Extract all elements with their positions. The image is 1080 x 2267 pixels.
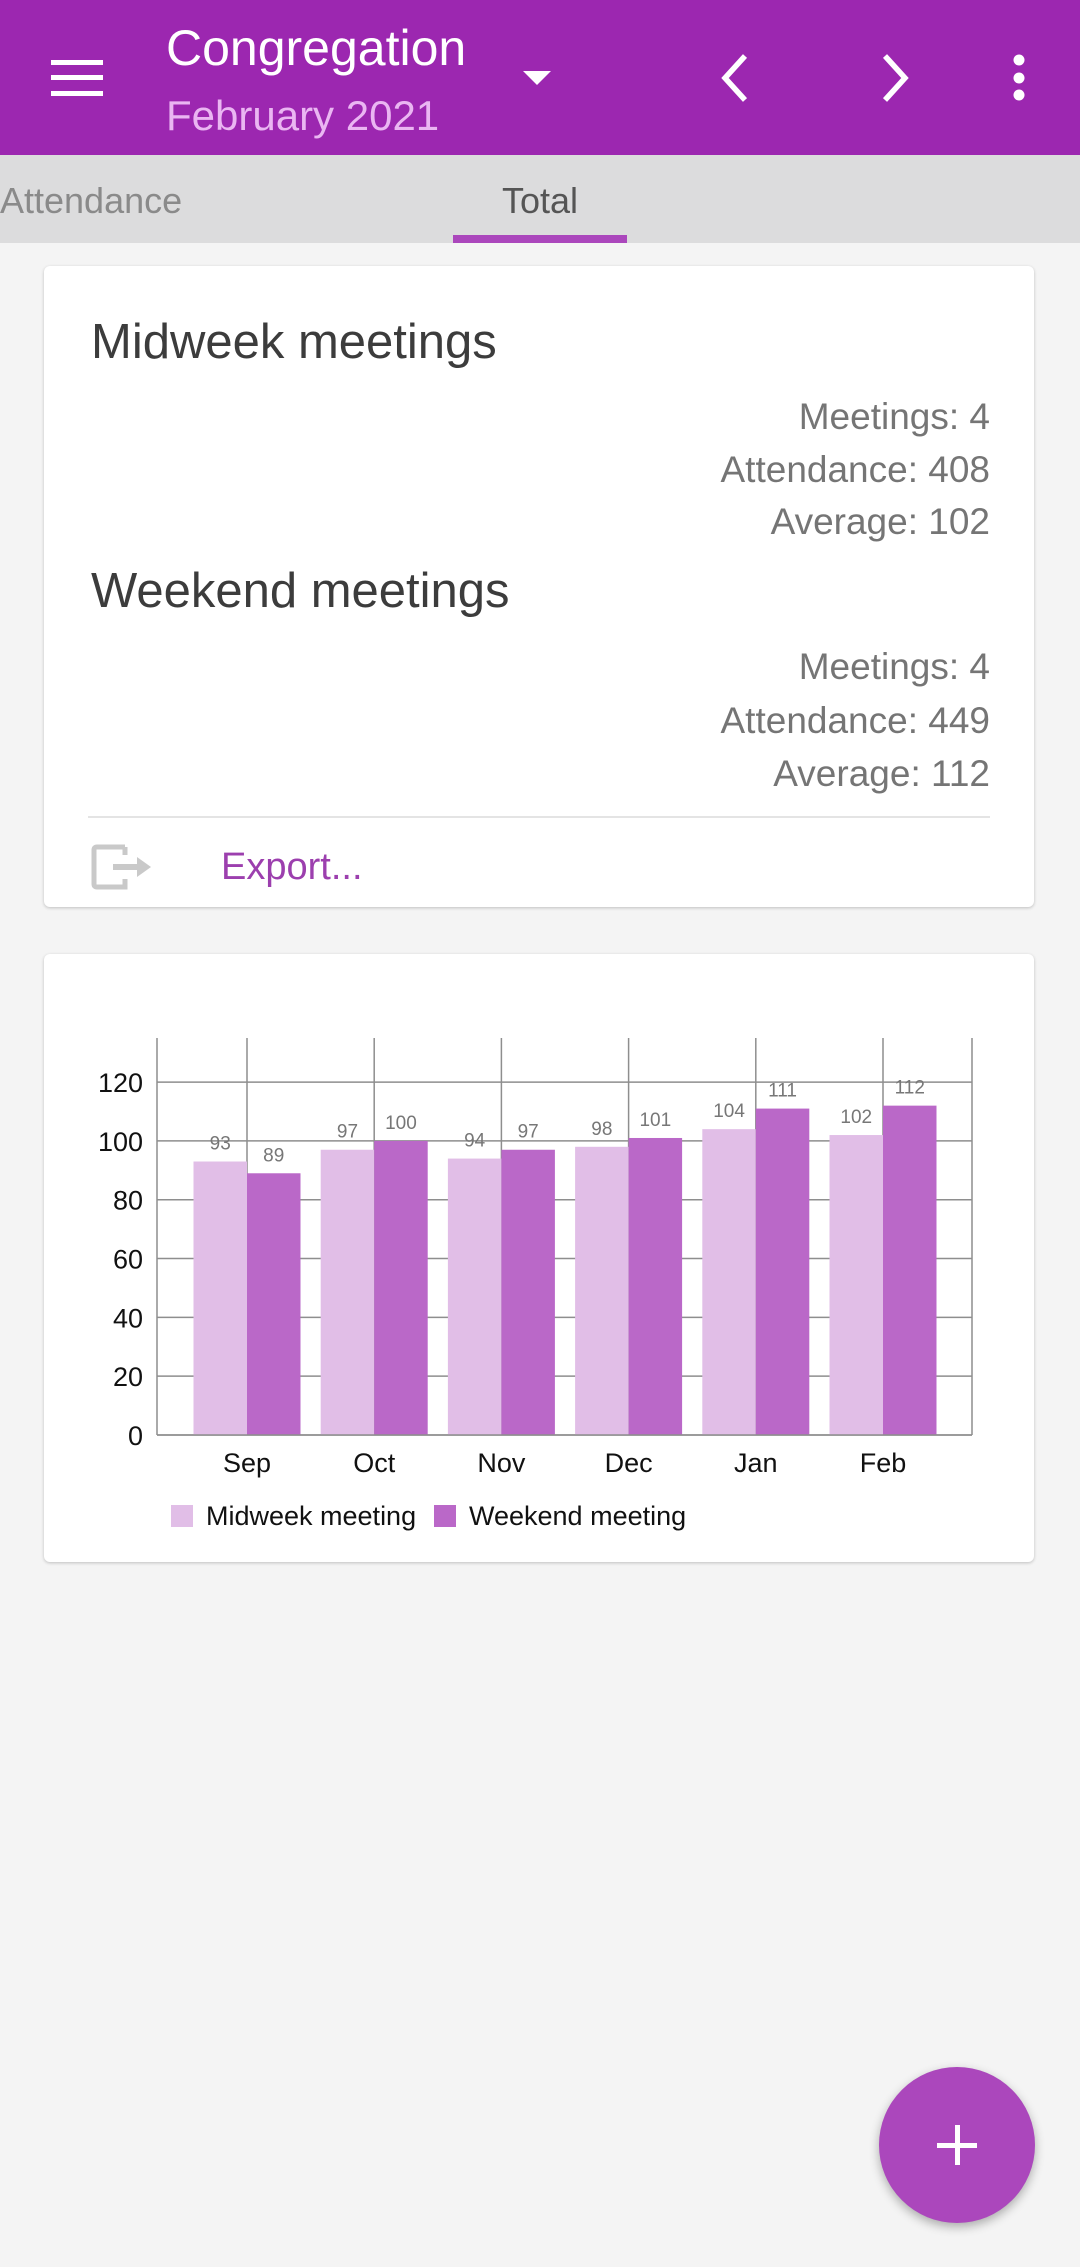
weekend-title: Weekend meetings (91, 564, 510, 618)
weekend-attendance: Attendance: 449 (720, 700, 991, 741)
tab-bar: Attendance Total (0, 155, 1080, 243)
more-vertical-icon (1013, 54, 1025, 101)
midweek-meetings-count: Meetings: 4 (798, 396, 990, 437)
tab-attendance[interactable]: Attendance (0, 155, 182, 243)
hamburger-menu-icon[interactable] (51, 60, 103, 96)
congregation-title[interactable]: Congregation (166, 18, 466, 78)
chart-card (44, 954, 1034, 1562)
summary-card: Midweek meetings Meetings: 4 Attendance:… (44, 266, 1034, 907)
divider (88, 816, 990, 818)
weekend-meetings-count: Meetings: 4 (798, 646, 990, 687)
app-bar: Congregation February 2021 (0, 0, 1080, 155)
add-button[interactable] (879, 2067, 1035, 2223)
month-subtitle: February 2021 (166, 92, 440, 139)
tab-total[interactable]: Total (453, 155, 627, 243)
midweek-title: Midweek meetings (91, 315, 497, 369)
export-button[interactable]: Export... (88, 832, 388, 902)
export-label: Export... (221, 846, 363, 888)
midweek-attendance: Attendance: 408 (720, 449, 991, 490)
export-icon (91, 844, 151, 890)
more-options-button[interactable] (989, 48, 1049, 108)
dropdown-triangle-icon[interactable] (523, 71, 551, 85)
chevron-right-icon (882, 54, 909, 102)
previous-month-button[interactable] (707, 48, 767, 108)
selected-tab-indicator (453, 235, 627, 243)
next-month-button[interactable] (863, 48, 923, 108)
midweek-average: Average: 102 (770, 501, 990, 542)
chevron-left-icon (721, 54, 748, 102)
weekend-average: Average: 112 (773, 753, 990, 794)
